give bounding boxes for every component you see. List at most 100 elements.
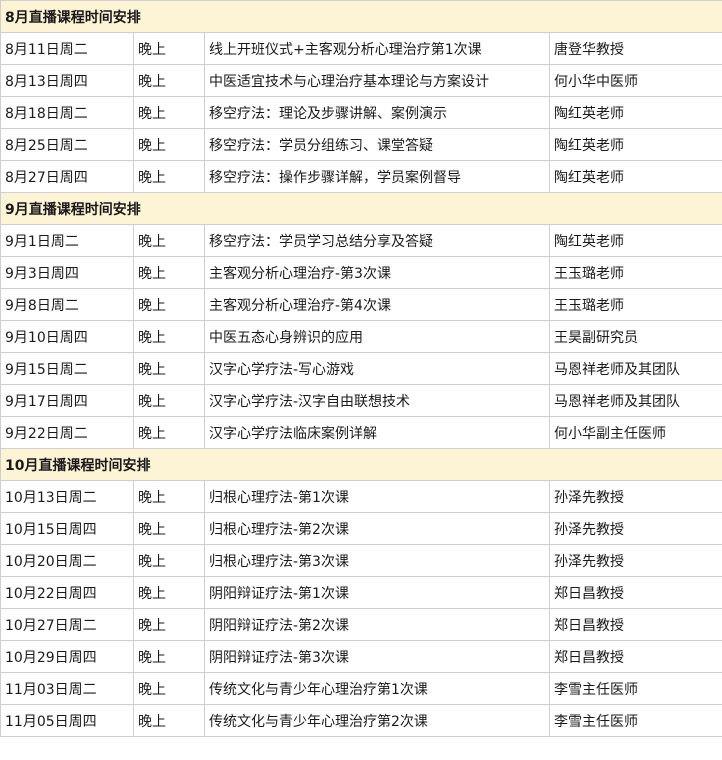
time-cell: 晚上: [133, 640, 205, 673]
date-cell: 8月11日周二: [0, 32, 134, 65]
teacher-cell: 李雪主任医师: [549, 672, 722, 705]
teacher-cell: 孙泽先教授: [549, 544, 722, 577]
date-cell: 9月1日周二: [0, 224, 134, 257]
topic-cell: 汉字心学疗法-汉字自由联想技术: [204, 384, 550, 417]
date-cell: 10月29日周四: [0, 640, 134, 673]
topic-cell: 阴阳辩证疗法-第2次课: [204, 608, 550, 641]
table-row: 8月25日周二 晚上 移空疗法：学员分组练习、课堂答疑 陶红英老师: [0, 128, 722, 161]
date-cell: 10月22日周四: [0, 576, 134, 609]
section-header-row: 10月直播课程时间安排: [0, 448, 722, 481]
table-row: 10月27日周二 晚上 阴阳辩证疗法-第2次课 郑日昌教授: [0, 608, 722, 641]
time-cell: 晚上: [133, 416, 205, 449]
teacher-cell: 郑日昌教授: [549, 640, 722, 673]
date-cell: 11月03日周二: [0, 672, 134, 705]
date-cell: 9月22日周二: [0, 416, 134, 449]
topic-cell: 移空疗法：理论及步骤讲解、案例演示: [204, 96, 550, 129]
topic-cell: 归根心理疗法-第2次课: [204, 512, 550, 545]
time-cell: 晚上: [133, 256, 205, 289]
table-row: 8月27日周四 晚上 移空疗法：操作步骤详解，学员案例督导 陶红英老师: [0, 160, 722, 193]
topic-cell: 传统文化与青少年心理治疗第2次课: [204, 704, 550, 737]
date-cell: 9月15日周二: [0, 352, 134, 385]
teacher-cell: 陶红英老师: [549, 160, 722, 193]
table-row: 9月22日周二 晚上 汉字心学疗法临床案例详解 何小华副主任医师: [0, 416, 722, 449]
table-row: 10月15日周四 晚上 归根心理疗法-第2次课 孙泽先教授: [0, 512, 722, 545]
time-cell: 晚上: [133, 128, 205, 161]
date-cell: 8月25日周二: [0, 128, 134, 161]
time-cell: 晚上: [133, 704, 205, 737]
table-row: 10月13日周二 晚上 归根心理疗法-第1次课 孙泽先教授: [0, 480, 722, 513]
topic-cell: 线上开班仪式+主客观分析心理治疗第1次课: [204, 32, 550, 65]
topic-cell: 移空疗法：学员学习总结分享及答疑: [204, 224, 550, 257]
table-row: 9月3日周四 晚上 主客观分析心理治疗-第3次课 王玉璐老师: [0, 256, 722, 289]
date-cell: 8月27日周四: [0, 160, 134, 193]
time-cell: 晚上: [133, 320, 205, 353]
teacher-cell: 陶红英老师: [549, 96, 722, 129]
section-title: 9月直播课程时间安排: [0, 192, 722, 225]
teacher-cell: 何小华中医师: [549, 64, 722, 97]
table-row: 9月1日周二 晚上 移空疗法：学员学习总结分享及答疑 陶红英老师: [0, 224, 722, 257]
teacher-cell: 孙泽先教授: [549, 512, 722, 545]
topic-cell: 归根心理疗法-第3次课: [204, 544, 550, 577]
section-title: 8月直播课程时间安排: [0, 0, 722, 33]
table-row: 11月05日周四 晚上 传统文化与青少年心理治疗第2次课 李雪主任医师: [0, 704, 722, 737]
table-row: 9月8日周二 晚上 主客观分析心理治疗-第4次课 王玉璐老师: [0, 288, 722, 321]
time-cell: 晚上: [133, 576, 205, 609]
topic-cell: 传统文化与青少年心理治疗第1次课: [204, 672, 550, 705]
topic-cell: 阴阳辩证疗法-第3次课: [204, 640, 550, 673]
teacher-cell: 李雪主任医师: [549, 704, 722, 737]
table-row: 10月22日周四 晚上 阴阳辩证疗法-第1次课 郑日昌教授: [0, 576, 722, 609]
time-cell: 晚上: [133, 512, 205, 545]
date-cell: 9月8日周二: [0, 288, 134, 321]
topic-cell: 移空疗法：学员分组练习、课堂答疑: [204, 128, 550, 161]
table-row: 10月29日周四 晚上 阴阳辩证疗法-第3次课 郑日昌教授: [0, 640, 722, 673]
time-cell: 晚上: [133, 160, 205, 193]
teacher-cell: 陶红英老师: [549, 128, 722, 161]
topic-cell: 汉字心学疗法临床案例详解: [204, 416, 550, 449]
topic-cell: 中医适宜技术与心理治疗基本理论与方案设计: [204, 64, 550, 97]
section-header-row: 8月直播课程时间安排: [0, 0, 722, 33]
section-title: 10月直播课程时间安排: [0, 448, 722, 481]
teacher-cell: 马恩祥老师及其团队: [549, 384, 722, 417]
table-row: 9月10日周四 晚上 中医五态心身辨识的应用 王昊副研究员: [0, 320, 722, 353]
schedule-body: 8月直播课程时间安排 8月11日周二 晚上 线上开班仪式+主客观分析心理治疗第1次课唐…: [0, 0, 722, 737]
time-cell: 晚上: [133, 544, 205, 577]
teacher-cell: 孙泽先教授: [549, 480, 722, 513]
table-row: 8月13日周四 晚上 中医适宜技术与心理治疗基本理论与方案设计 何小华中医师: [0, 64, 722, 97]
table-row: 9月17日周四 晚上 汉字心学疗法-汉字自由联想技术 马恩祥老师及其团队: [0, 384, 722, 417]
table-row: 8月11日周二 晚上 线上开班仪式+主客观分析心理治疗第1次课 唐登华教授: [0, 32, 722, 65]
teacher-cell: 何小华副主任医师: [549, 416, 722, 449]
time-cell: 晚上: [133, 64, 205, 97]
time-cell: 晚上: [133, 96, 205, 129]
topic-cell: 主客观分析心理治疗-第4次课: [204, 288, 550, 321]
topic-cell: 归根心理疗法-第1次课: [204, 480, 550, 513]
teacher-cell: 郑日昌教授: [549, 576, 722, 609]
date-cell: 10月27日周二: [0, 608, 134, 641]
table-row: 11月03日周二 晚上 传统文化与青少年心理治疗第1次课 李雪主任医师: [0, 672, 722, 705]
date-cell: 10月20日周二: [0, 544, 134, 577]
teacher-cell: 唐登华教授: [549, 32, 722, 65]
time-cell: 晚上: [133, 352, 205, 385]
time-cell: 晚上: [133, 32, 205, 65]
date-cell: 11月05日周四: [0, 704, 134, 737]
table-row: 10月20日周二 晚上 归根心理疗法-第3次课 孙泽先教授: [0, 544, 722, 577]
time-cell: 晚上: [133, 672, 205, 705]
time-cell: 晚上: [133, 384, 205, 417]
schedule-table: 8月直播课程时间安排 8月11日周二 晚上 线上开班仪式+主客观分析心理治疗第1次课唐…: [0, 0, 722, 737]
teacher-cell: 马恩祥老师及其团队: [549, 352, 722, 385]
topic-cell: 移空疗法：操作步骤详解，学员案例督导: [204, 160, 550, 193]
date-cell: 9月3日周四: [0, 256, 134, 289]
date-cell: 10月15日周四: [0, 512, 134, 545]
teacher-cell: 王玉璐老师: [549, 256, 722, 289]
time-cell: 晚上: [133, 224, 205, 257]
table-row: 8月18日周二 晚上 移空疗法：理论及步骤讲解、案例演示 陶红英老师: [0, 96, 722, 129]
teacher-cell: 陶红英老师: [549, 224, 722, 257]
date-cell: 9月10日周四: [0, 320, 134, 353]
teacher-cell: 王昊副研究员: [549, 320, 722, 353]
time-cell: 晚上: [133, 288, 205, 321]
time-cell: 晚上: [133, 480, 205, 513]
teacher-cell: 郑日昌教授: [549, 608, 722, 641]
date-cell: 8月18日周二: [0, 96, 134, 129]
section-header-row: 9月直播课程时间安排: [0, 192, 722, 225]
topic-cell: 汉字心学疗法-写心游戏: [204, 352, 550, 385]
topic-cell: 阴阳辩证疗法-第1次课: [204, 576, 550, 609]
